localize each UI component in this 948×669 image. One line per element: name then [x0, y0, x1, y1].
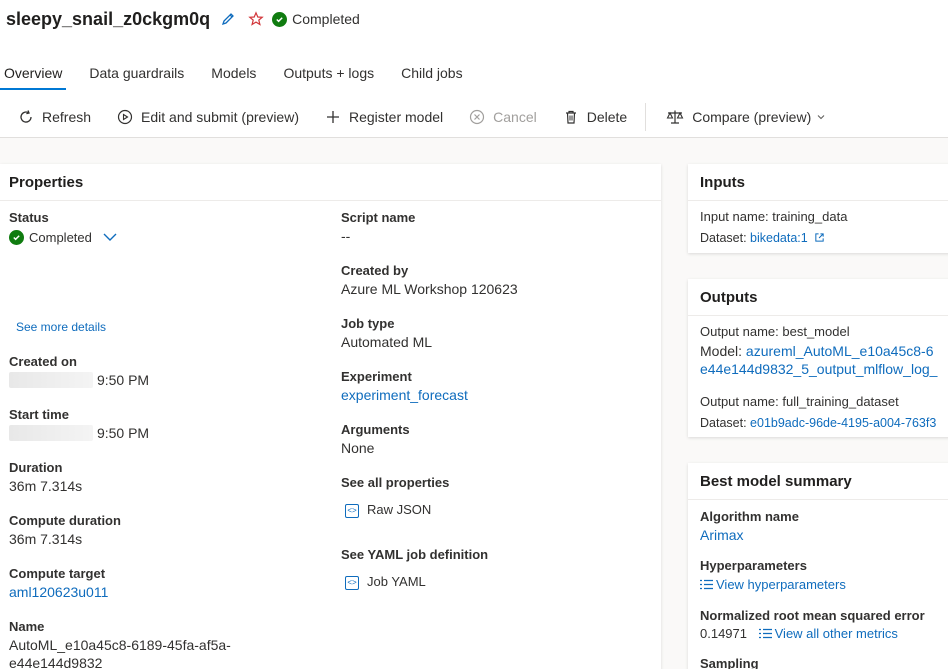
raw-json-button[interactable]: <> Raw JSON — [345, 502, 431, 518]
outputs-card: Outputs Output name: best_model Model: a… — [688, 279, 948, 437]
created-on-value: XXXXXXXXX 9:50 PM — [9, 372, 149, 388]
properties-heading: Properties — [0, 164, 661, 201]
check-circle-icon — [9, 230, 24, 245]
output-dataset-row: Dataset: e01b9adc-96de-4195-a004-763f3 — [700, 416, 937, 430]
list-icon — [758, 628, 772, 639]
redacted-date: XXXXXXXXX — [9, 372, 94, 388]
register-model-button[interactable]: Register model — [325, 109, 443, 125]
view-all-metrics-link[interactable]: View all other metrics — [758, 626, 898, 641]
compute-target-label: Compute target — [9, 566, 106, 581]
see-more-details-link[interactable]: See more details — [16, 320, 106, 334]
inputs-card: Inputs Input name: training_data Dataset… — [688, 164, 948, 253]
status-value: Completed — [9, 230, 92, 245]
compute-duration-label: Compute duration — [9, 513, 121, 528]
experiment-label: Experiment — [341, 369, 412, 384]
open-external-icon[interactable] — [814, 232, 825, 243]
tab-outputs-logs[interactable]: Outputs + logs — [279, 62, 378, 88]
compute-duration-value: 36m 7.314s — [9, 531, 83, 547]
created-by-value: Azure ML Workshop 120623 — [341, 281, 518, 297]
see-all-properties-label: See all properties — [341, 475, 450, 490]
hyperparameters-label: Hyperparameters — [700, 558, 807, 573]
job-status-badge: Completed — [272, 11, 360, 27]
header: sleepy_snail_z0ckgm0q Completed Overview… — [0, 0, 948, 138]
edit-and-submit-button[interactable]: Edit and submit (preview) — [117, 109, 299, 125]
script-name-label: Script name — [341, 210, 416, 225]
output-best-model-name: Output name: best_model — [700, 324, 850, 339]
model-link[interactable]: azureml_AutoML_e10a45c8-6 — [746, 343, 934, 359]
title-row: sleepy_snail_z0ckgm0q Completed — [6, 6, 360, 32]
arguments-label: Arguments — [341, 422, 410, 437]
inputs-heading: Inputs — [688, 164, 948, 201]
command-bar: Refresh Edit and submit (preview) Regist… — [0, 96, 948, 138]
script-name-value: -- — [341, 228, 351, 244]
best-model-summary-card: Best model summary Algorithm name Arimax… — [688, 463, 948, 669]
start-time-label: Start time — [9, 407, 69, 422]
job-type-value: Automated ML — [341, 334, 433, 350]
status-expand-chevron-icon[interactable] — [102, 230, 118, 247]
trash-icon — [565, 110, 576, 124]
tab-child-jobs[interactable]: Child jobs — [397, 62, 466, 88]
list-icon — [700, 579, 713, 590]
toolbar-divider — [645, 103, 647, 131]
nrmse-value: 0.14971 — [700, 626, 747, 641]
algorithm-name-label: Algorithm name — [700, 509, 799, 524]
cancel-button[interactable]: Cancel — [469, 109, 537, 125]
duration-value: 36m 7.314s — [9, 478, 83, 494]
job-type-label: Job type — [341, 316, 395, 331]
job-yaml-button[interactable]: <> Job YAML — [345, 574, 426, 590]
compute-target-link[interactable]: aml120623u011 — [9, 584, 108, 600]
outputs-heading: Outputs — [688, 279, 948, 316]
tab-models[interactable]: Models — [207, 62, 260, 88]
output-dataset-link[interactable]: e01b9adc-96de-4195-a004-763f3 — [750, 416, 936, 430]
compare-button[interactable]: Compare (preview) — [666, 109, 826, 125]
start-time-value: XXXXXXXXX 9:50 PM — [9, 425, 149, 441]
code-file-icon: <> — [345, 575, 359, 590]
experiment-link[interactable]: experiment_forecast — [341, 387, 468, 403]
scale-icon — [666, 110, 684, 124]
name-value-line2: e44e144d9832 — [9, 655, 103, 669]
job-status-text: Completed — [292, 11, 360, 27]
check-circle-icon — [272, 11, 288, 27]
chevron-down-icon — [817, 115, 825, 120]
input-name: Input name: training_data — [700, 209, 848, 224]
redacted-date: XXXXXXXXX — [9, 425, 94, 441]
created-on-label: Created on — [9, 354, 77, 369]
refresh-icon — [20, 110, 32, 123]
model-link-line2[interactable]: e44e144d9832_5_output_mlflow_log_ — [700, 361, 937, 377]
play-circle-icon — [117, 109, 133, 125]
output-full-training-name: Output name: full_training_dataset — [700, 394, 899, 409]
tab-bar: Overview Data guardrails Models Outputs … — [0, 62, 486, 90]
edit-pencil-icon[interactable] — [218, 9, 238, 29]
best-model-heading: Best model summary — [688, 463, 948, 500]
name-label: Name — [9, 619, 45, 634]
code-file-icon: <> — [345, 503, 359, 518]
job-title: sleepy_snail_z0ckgm0q — [6, 8, 211, 29]
view-hyperparameters-link[interactable]: View hyperparameters — [700, 577, 846, 592]
sampling-label: Sampling — [700, 656, 759, 669]
input-dataset-row: Dataset: bikedata:1 — [700, 231, 825, 245]
delete-button[interactable]: Delete — [563, 109, 627, 125]
properties-card: Properties Status Completed See more det… — [0, 164, 661, 669]
refresh-button[interactable]: Refresh — [18, 109, 91, 125]
status-label: Status — [9, 210, 49, 225]
name-value-line1: AutoML_e10a45c8-6189-45fa-af5a- — [9, 637, 231, 653]
arguments-value: None — [341, 440, 375, 456]
yaml-definition-label: See YAML job definition — [341, 547, 489, 562]
favorite-star-icon[interactable] — [246, 9, 266, 29]
algorithm-name-link[interactable]: Arimax — [700, 527, 744, 543]
nrmse-row: 0.14971 View all other metrics — [700, 626, 898, 641]
output-model-row: Model: azureml_AutoML_e10a45c8-6 — [700, 343, 934, 359]
tab-overview[interactable]: Overview — [0, 62, 67, 90]
cancel-circle-icon — [470, 109, 485, 125]
duration-label: Duration — [9, 460, 63, 475]
created-by-label: Created by — [341, 263, 409, 278]
dataset-link[interactable]: bikedata:1 — [750, 231, 808, 245]
nrmse-label: Normalized root mean squared error — [700, 608, 925, 623]
plus-icon — [326, 111, 339, 123]
tab-data-guardrails[interactable]: Data guardrails — [85, 62, 188, 88]
